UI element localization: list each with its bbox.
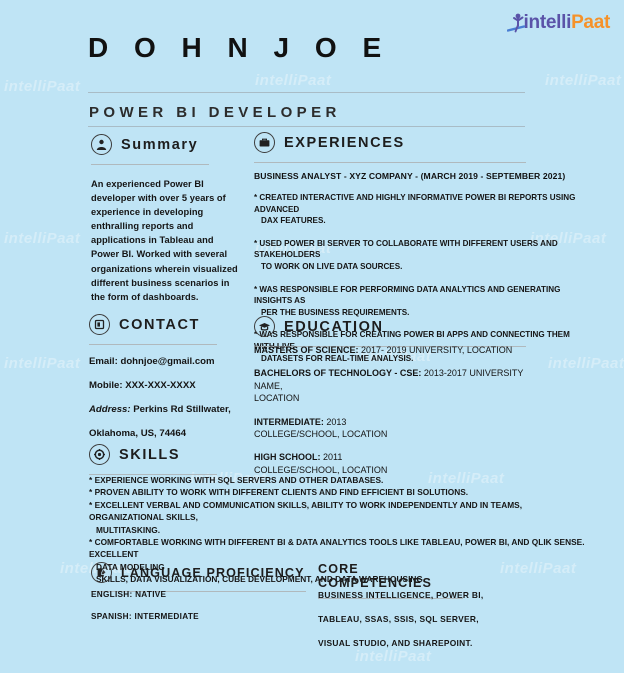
intellipaat-logo: intelli Paat <box>506 12 610 34</box>
logo-text-paat: Paat <box>571 12 610 33</box>
experience-bullet: * USED POWER BI SERVER TO COLLABORATE WI… <box>254 238 590 273</box>
document-pen-icon <box>91 562 112 583</box>
skill-text-cont: MULTITASKING. <box>96 524 161 535</box>
language-item: ENGLISH: NATIVE <box>91 590 167 599</box>
skill-item: * EXCELLENT VERBAL AND COMMUNICATION SKI… <box>89 499 589 536</box>
education-item: INTERMEDIATE: 2013 COLLEGE/SCHOOL, LOCAT… <box>254 416 554 441</box>
core-competency-line: BUSINESS INTELLIGENCE, POWER BI, <box>318 590 484 600</box>
core-competencies-header: CORE COMPETENCIES <box>318 562 463 590</box>
gear-target-icon <box>89 444 110 465</box>
experiences-section: EXPERIENCES <box>254 132 526 163</box>
core-competencies-list: BUSINESS INTELLIGENCE, POWER BI, TABLEAU… <box>318 590 483 662</box>
education-detail: 2017- 2019 UNIVERSITY, LOCATION <box>358 345 513 355</box>
experiences-divider <box>254 162 526 163</box>
bullet-text-cont: TO WORK ON LIVE DATA SOURCES. <box>261 261 403 271</box>
experience-bullet: * CREATED INTERACTIVE AND HIGHLY INFORMA… <box>254 192 590 227</box>
education-header: EDUCATION <box>254 316 526 337</box>
education-list: MASTERS OF SCIENCE: 2017- 2019 UNIVERSIT… <box>254 344 554 487</box>
language-item: SPANISH: INTERMEDIATE <box>91 612 199 621</box>
contact-address-label: Address: <box>89 404 131 415</box>
experience-bullet: * WAS RESPONSIBLE FOR PERFORMING DATA AN… <box>254 284 590 319</box>
contact-mobile[interactable]: Mobile: XXX-XXX-XXXX <box>89 380 249 392</box>
education-detail: 2013 <box>323 416 347 427</box>
education-detail-2: LOCATION <box>254 393 300 404</box>
contact-section: CONTACT Email: dohnjoe@gmail.com Mobile:… <box>89 314 249 452</box>
education-detail-2: COLLEGE/SCHOOL, LOCATION <box>254 464 388 475</box>
contact-header: CONTACT <box>89 314 249 335</box>
language-section: LANGUAGE PROFICIENCY <box>91 562 306 592</box>
summary-text: An experienced Power BI developer with o… <box>91 179 238 302</box>
education-title: EDUCATION <box>284 318 384 335</box>
person-icon <box>91 134 112 155</box>
bullet-text: * USED POWER BI SERVER TO COLLABORATE WI… <box>254 238 558 260</box>
education-item: BACHELORS OF TECHNOLOGY - CSE: 2013-2017… <box>254 367 554 404</box>
education-section: EDUCATION <box>254 316 526 347</box>
skill-item: * PROVEN ABILITY TO WORK WITH DIFFERENT … <box>89 486 589 498</box>
briefcase-icon <box>254 132 275 153</box>
education-item: MASTERS OF SCIENCE: 2017- 2019 UNIVERSIT… <box>254 344 554 356</box>
job-title: BUSINESS ANALYST - XYZ COMPANY - (MARCH … <box>254 171 566 181</box>
core-competency-line: VISUAL STUDIO, AND SHAREPOINT. <box>318 638 473 648</box>
education-item: HIGH SCHOOL: 2011 COLLEGE/SCHOOL, LOCATI… <box>254 451 554 476</box>
education-degree: BACHELORS OF TECHNOLOGY - CSE: <box>254 368 422 379</box>
bullet-text-cont: DAX FEATURES. <box>261 216 326 226</box>
experiences-header: EXPERIENCES <box>254 132 526 153</box>
core-competency-line: TABLEAU, SSAS, SSIS, SQL SERVER, <box>318 614 479 624</box>
education-degree: HIGH SCHOOL: <box>254 452 321 463</box>
contact-card-icon <box>89 314 110 335</box>
watermark: intelliPaat <box>545 72 622 89</box>
language-title: LANGUAGE PROFICIENCY <box>121 565 305 580</box>
skill-text: * PROVEN ABILITY TO WORK WITH DIFFERENT … <box>89 487 469 498</box>
contact-details: Email: dohnjoe@gmail.com Mobile: XXX-XXX… <box>89 356 249 440</box>
intellipaat-mark-icon <box>506 12 527 34</box>
experiences-title: EXPERIENCES <box>284 134 405 151</box>
watermark: intelliPaat <box>4 78 81 95</box>
contact-title: CONTACT <box>119 316 201 333</box>
summary-header: Summary <box>91 134 241 155</box>
education-degree: MASTERS OF SCIENCE: <box>254 345 359 355</box>
logo-text-intelli: intelli <box>523 12 572 33</box>
contact-email[interactable]: Email: dohnjoe@gmail.com <box>89 356 249 368</box>
language-list: ENGLISH: NATIVE SPANISH: INTERMEDIATE <box>91 590 199 634</box>
resume-page: intelliPaat intelliPaat intelliPaat inte… <box>0 0 624 673</box>
core-competencies-title: CORE COMPETENCIES <box>318 562 432 590</box>
education-detail-2: COLLEGE/SCHOOL, LOCATION <box>254 429 388 440</box>
skills-title: SKILLS <box>119 446 181 463</box>
graduation-cap-icon <box>254 316 275 337</box>
candidate-name: D O H N J O E <box>88 32 391 63</box>
summary-title: Summary <box>121 136 199 153</box>
skills-section: SKILLS <box>89 444 259 475</box>
watermark: intelliPaat <box>4 355 81 372</box>
header-divider-top <box>88 92 525 93</box>
skills-header: SKILLS <box>89 444 259 465</box>
education-degree: INTERMEDIATE: <box>254 416 324 427</box>
candidate-role: POWER BI DEVELOPER <box>89 104 341 121</box>
skill-text: * COMFORTABLE WORKING WITH DIFFERENT BI … <box>89 537 585 560</box>
bullet-text: * CREATED INTERACTIVE AND HIGHLY INFORMA… <box>254 193 576 214</box>
summary-divider <box>91 164 209 165</box>
summary-section: Summary An experienced Power BI develope… <box>91 134 241 304</box>
contact-address-line1: Address: Perkins Rd Stillwater, <box>89 404 249 416</box>
bullet-text: * WAS RESPONSIBLE FOR PERFORMING DATA AN… <box>254 284 561 306</box>
language-header: LANGUAGE PROFICIENCY <box>91 562 306 583</box>
header-divider-bottom <box>88 126 525 127</box>
watermark: intelliPaat <box>255 72 332 89</box>
skill-text: * EXCELLENT VERBAL AND COMMUNICATION SKI… <box>89 499 523 523</box>
watermark: intelliPaat <box>4 230 81 247</box>
contact-address-street: Perkins Rd Stillwater, <box>133 404 231 415</box>
contact-address-line2: Oklahoma, US, 74464 <box>89 428 187 439</box>
contact-divider <box>89 344 217 345</box>
education-detail: 2011 <box>320 452 343 463</box>
